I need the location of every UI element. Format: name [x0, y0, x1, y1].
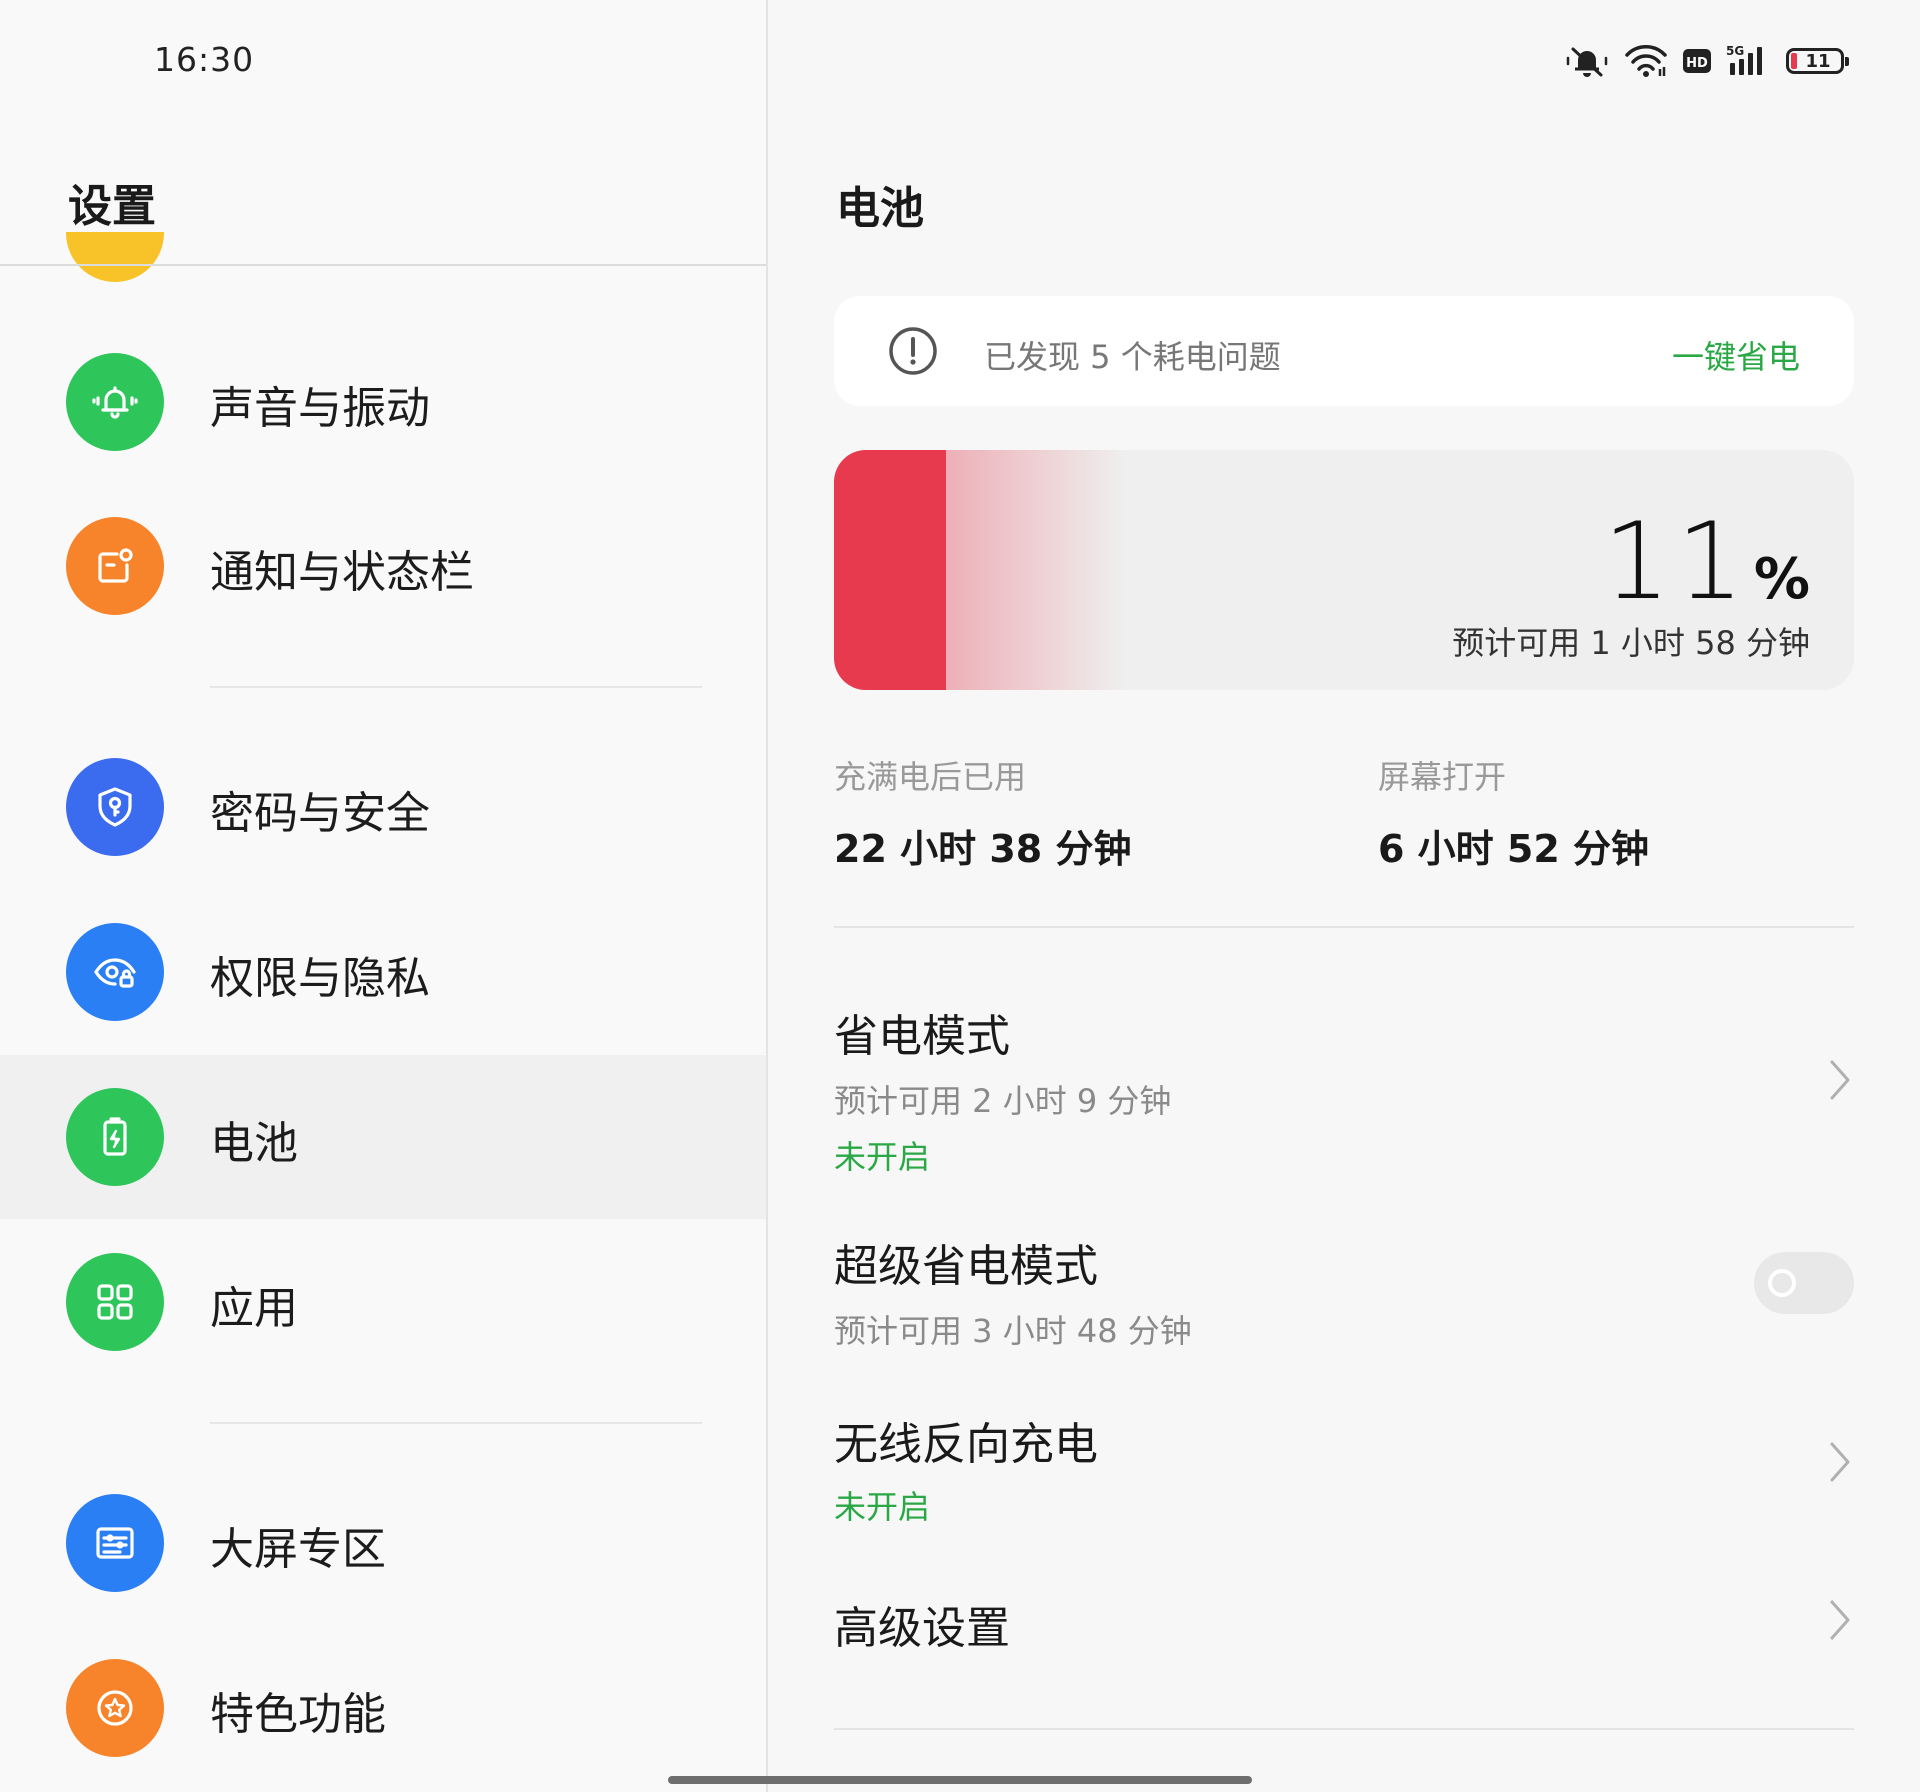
- battery-detail-pane: HD 5G 11 电池 已发现 5 个耗电问题 一键省电 11% 预计可用 1 …: [768, 0, 1920, 1792]
- star-badge-icon: [66, 1659, 164, 1757]
- power-issue-card[interactable]: 已发现 5 个耗电问题 一键省电: [834, 296, 1854, 406]
- setting-state: 未开启: [834, 1488, 931, 1526]
- large-screen-icon: [66, 1494, 164, 1592]
- status-time: 16:30: [154, 40, 255, 79]
- wireless-reverse-charging-row[interactable]: 无线反向充电 未开启: [834, 1408, 1854, 1528]
- setting-title: 无线反向充电: [834, 1419, 1098, 1470]
- setting-subtitle: 预计可用 3 小时 48 分钟: [834, 1312, 1192, 1350]
- sidebar-item-security[interactable]: 密码与安全: [0, 725, 766, 889]
- eye-lock-icon: [66, 923, 164, 1021]
- power-issue-text: 已发现 5 个耗电问题: [984, 338, 1281, 376]
- wifi-icon: [1625, 45, 1667, 77]
- since-full-charge-stat: 充满电后已用 22 小时 38 分钟: [834, 752, 1131, 873]
- sidebar-item-privacy[interactable]: 权限与隐私: [0, 890, 766, 1054]
- sidebar-item-apps[interactable]: 应用: [0, 1220, 766, 1384]
- power-saving-mode-row[interactable]: 省电模式 预计可用 2 小时 9 分钟 未开启: [834, 1000, 1854, 1176]
- chevron-right-icon: [1830, 1060, 1850, 1100]
- section-divider: [834, 926, 1854, 928]
- sidebar-item-notifications[interactable]: 通知与状态栏: [0, 484, 766, 648]
- mute-bell-icon: [1566, 47, 1608, 77]
- battery-estimate: 预计可用 1 小时 58 分钟: [1452, 624, 1810, 662]
- notification-icon: [66, 517, 164, 615]
- stat-label: 屏幕打开: [1378, 758, 1507, 796]
- apps-grid-icon: [66, 1253, 164, 1351]
- sidebar-item-sound[interactable]: 声音与振动: [0, 320, 766, 484]
- sidebar-item-label: 密码与安全: [210, 788, 430, 839]
- home-indicator[interactable]: [668, 1776, 1252, 1784]
- hd-icon: HD: [1683, 49, 1711, 73]
- signal-icon: 5G: [1726, 44, 1762, 75]
- one-tap-save-button[interactable]: 一键省电: [1672, 332, 1800, 378]
- sidebar-title: 设置: [68, 181, 156, 232]
- sidebar-item-label: 通知与状态栏: [210, 547, 474, 598]
- battery-level-bar: [834, 450, 946, 690]
- svg-text:HD: HD: [1686, 56, 1708, 71]
- battery-charge-icon: [66, 1088, 164, 1186]
- battery-level-text: 11: [1805, 50, 1831, 72]
- setting-title: 省电模式: [834, 1011, 1010, 1062]
- scrolled-item-icon: [66, 232, 164, 282]
- setting-title: 超级省电模式: [834, 1241, 1098, 1292]
- sidebar-item-label: 权限与隐私: [210, 953, 430, 1004]
- battery-level-card: 11% 预计可用 1 小时 58 分钟: [834, 450, 1854, 690]
- sidebar-item-label: 大屏专区: [210, 1524, 386, 1575]
- setting-title: 高级设置: [834, 1603, 1010, 1654]
- setting-state: 未开启: [834, 1138, 931, 1176]
- group-divider: [210, 1422, 702, 1424]
- screen-on-stat: 屏幕打开 6 小时 52 分钟: [1378, 752, 1649, 873]
- group-divider: [210, 686, 702, 688]
- battery-level-fade: [946, 450, 1126, 690]
- svg-text:5G: 5G: [1726, 44, 1744, 58]
- battery-percent-value: 11: [1603, 500, 1750, 623]
- bell-vibrate-icon: [66, 353, 164, 451]
- advanced-settings-row[interactable]: 高级设置: [834, 1592, 1854, 1662]
- super-power-saving-row: 超级省电模式 预计可用 3 小时 48 分钟: [834, 1230, 1854, 1350]
- exclamation-circle-icon: [889, 327, 937, 375]
- sidebar-item-large-screen[interactable]: 大屏专区: [0, 1461, 766, 1625]
- stat-value: 6 小时 52 分钟: [1378, 827, 1650, 871]
- settings-sidebar: 16:30 设置 声音与振动 通知与状态栏 密码与安全 权限与隐私 电池 应用 …: [0, 0, 766, 1792]
- sidebar-item-label: 声音与振动: [210, 383, 430, 434]
- sidebar-item-label: 应用: [210, 1283, 298, 1334]
- battery-percent-symbol: %: [1753, 547, 1810, 612]
- chevron-right-icon: [1830, 1600, 1850, 1640]
- header-divider: [0, 264, 766, 266]
- sidebar-item-label: 特色功能: [210, 1689, 386, 1740]
- shield-key-icon: [66, 758, 164, 856]
- status-icons: HD 5G 11: [1564, 42, 1849, 80]
- stat-label: 充满电后已用: [834, 758, 1027, 796]
- sidebar-item-label: 电池: [210, 1118, 298, 1169]
- page-title: 电池: [836, 183, 924, 234]
- super-power-saving-toggle[interactable]: [1754, 1252, 1854, 1314]
- battery-icon: 11: [1786, 48, 1849, 74]
- battery-percent: 11%: [1603, 500, 1810, 623]
- section-divider: [834, 1728, 1854, 1730]
- setting-subtitle: 预计可用 2 小时 9 分钟: [834, 1082, 1172, 1120]
- chevron-right-icon: [1830, 1442, 1850, 1482]
- stat-value: 22 小时 38 分钟: [834, 827, 1132, 871]
- sidebar-item-battery[interactable]: 电池: [0, 1055, 766, 1219]
- sidebar-item-features[interactable]: 特色功能: [0, 1626, 766, 1790]
